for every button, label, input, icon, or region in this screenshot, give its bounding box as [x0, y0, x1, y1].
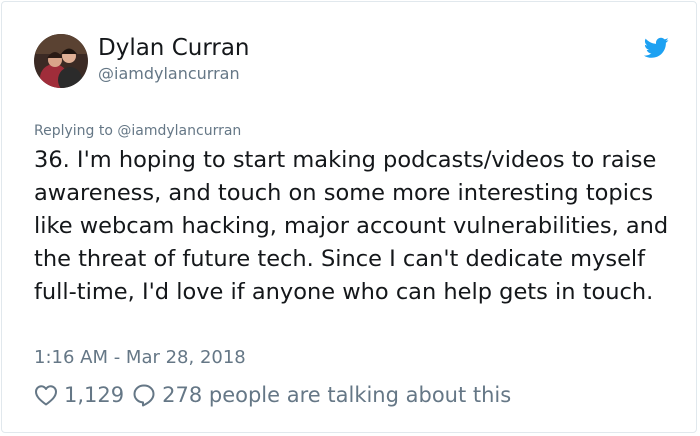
author-name[interactable]: Dylan Curran: [98, 35, 250, 61]
author-handle[interactable]: @iamdylancurran: [98, 64, 240, 83]
replying-to: Replying to @iamdylancurran: [34, 123, 241, 139]
speech-bubble-icon: [132, 383, 156, 407]
talking-text: 278 people are talking about this: [162, 383, 512, 407]
tweet-card: Dylan Curran @iamdylancurran Replying to…: [1, 1, 697, 433]
twitter-bird-icon[interactable]: [643, 37, 669, 59]
like-count: 1,129: [64, 383, 125, 407]
tweet-actions: 1,129 278 people are talking about this: [34, 380, 511, 410]
tweet-timestamp[interactable]: 1:16 AM - Mar 28, 2018: [34, 347, 246, 368]
replying-prefix: Replying to: [34, 123, 118, 139]
talking-link[interactable]: 278 people are talking about this: [132, 383, 511, 407]
replying-to-mention[interactable]: @iamdylancurran: [117, 123, 241, 139]
like-button[interactable]: 1,129: [34, 383, 124, 407]
tweet-text: 36. I'm hoping to start making podcasts/…: [34, 147, 669, 305]
avatar[interactable]: [34, 34, 88, 88]
heart-icon: [34, 384, 58, 406]
